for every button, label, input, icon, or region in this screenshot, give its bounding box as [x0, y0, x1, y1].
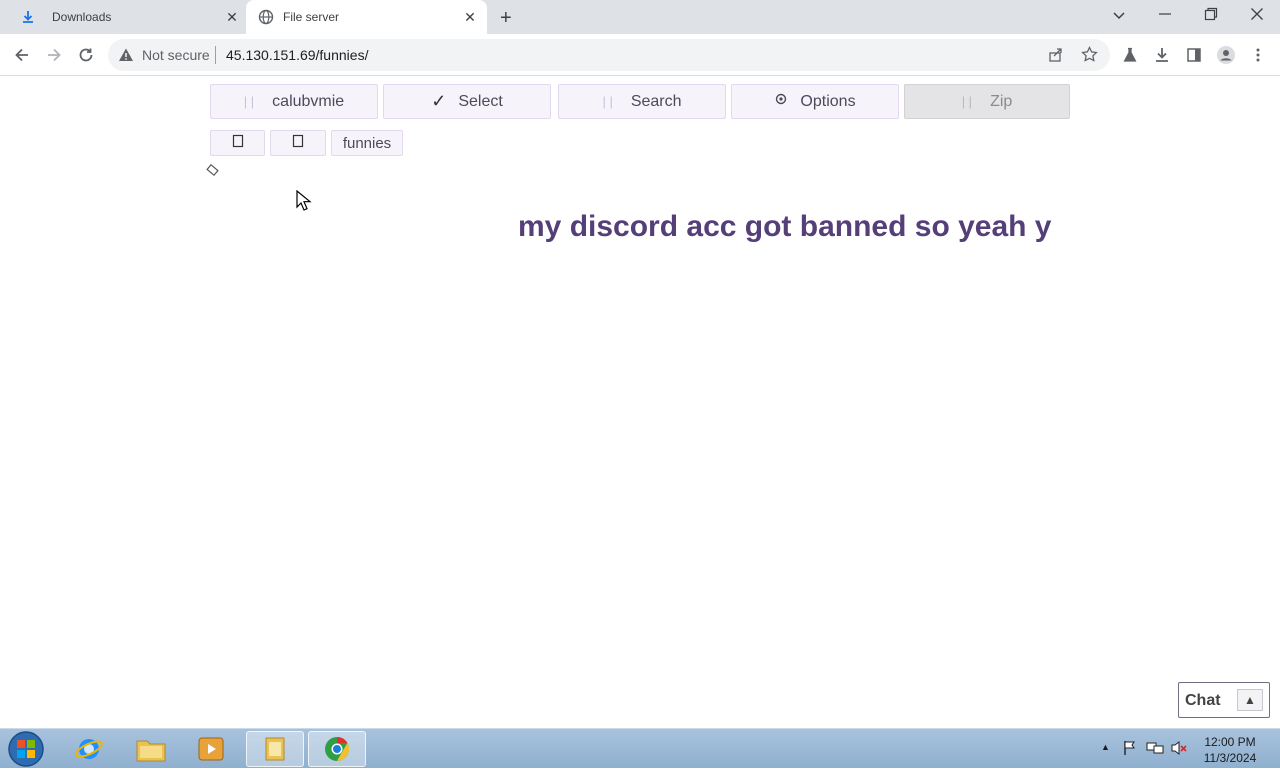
user-icon: | |	[243, 94, 255, 109]
show-hidden-icons-icon[interactable]: ▲	[1101, 742, 1110, 752]
menu-kebab-icon[interactable]	[1246, 43, 1270, 67]
divider	[215, 46, 216, 64]
system-clock[interactable]: 12:00 PM 11/3/2024	[1198, 734, 1262, 766]
banner-text: my discord acc got banned so yeah y	[518, 210, 1052, 243]
forward-icon[interactable]	[42, 43, 66, 67]
browser-tab-strip: Downloads ✕ File server ✕ +	[0, 0, 1280, 34]
search-icon: | |	[602, 94, 613, 109]
tab-label: File server	[283, 10, 340, 24]
tab-search-icon[interactable]	[1112, 8, 1126, 27]
chat-label: Chat	[1185, 692, 1221, 709]
options-button-label: Options	[800, 92, 856, 110]
clock-date: 11/3/2024	[1203, 751, 1257, 765]
chat-widget[interactable]: Chat ▲	[1178, 682, 1270, 718]
internet-explorer-icon[interactable]	[60, 731, 118, 767]
gear-icon	[774, 92, 788, 111]
clock-time: 12:00 PM	[1204, 735, 1256, 749]
chrome-icon[interactable]	[308, 731, 366, 767]
side-panel-icon[interactable]	[1182, 43, 1206, 67]
url-text[interactable]: 45.130.151.69/funnies/	[226, 47, 368, 63]
taskbar: ▲ 12:00 PM 11/3/2024	[0, 728, 1280, 768]
select-button-label: Select	[458, 92, 503, 110]
zip-button[interactable]: | | Zip	[904, 84, 1070, 119]
warning-icon[interactable]	[118, 47, 134, 68]
download-icon	[20, 9, 36, 25]
search-button-label: Search	[630, 92, 682, 110]
folder-icon	[292, 134, 304, 152]
options-button[interactable]: Options	[731, 84, 899, 119]
downloads-icon[interactable]	[1150, 43, 1174, 67]
mouse-cursor-icon	[296, 189, 312, 217]
network-icon[interactable]	[1146, 740, 1164, 761]
lab-flask-icon[interactable]	[1118, 43, 1142, 67]
security-status-label[interactable]: Not secure	[142, 47, 210, 63]
profile-avatar-icon[interactable]	[1214, 43, 1238, 67]
tag-icon[interactable]	[204, 162, 222, 185]
user-button[interactable]: | | calubvmie	[210, 84, 378, 119]
checkmark-icon: ✓	[431, 91, 447, 111]
minimize-icon[interactable]	[1158, 7, 1172, 26]
close-window-icon[interactable]	[1250, 7, 1264, 26]
globe-icon	[258, 9, 274, 25]
home-icon	[232, 134, 244, 152]
bookmark-star-icon[interactable]	[1081, 45, 1098, 68]
start-button-icon[interactable]	[6, 730, 46, 773]
user-button-label: calubvmie	[272, 92, 345, 110]
select-button[interactable]: ✓ Select	[383, 84, 551, 119]
action-center-flag-icon[interactable]	[1122, 740, 1138, 761]
tab-file-server[interactable]: File server ✕	[246, 0, 487, 34]
new-tab-icon[interactable]: +	[500, 7, 512, 30]
address-bar[interactable]: Not secure 45.130.151.69/funnies/	[108, 39, 1110, 71]
file-explorer-icon[interactable]	[122, 731, 180, 767]
zip-icon: | |	[961, 94, 973, 109]
close-tab-icon[interactable]: ✕	[462, 9, 478, 25]
breadcrumb-label: funnies	[342, 134, 392, 152]
file-explorer-window-icon[interactable]	[246, 731, 304, 767]
back-icon[interactable]	[10, 43, 34, 67]
close-tab-icon[interactable]: ✕	[224, 9, 240, 25]
breadcrumb-root[interactable]	[210, 130, 265, 156]
breadcrumb-current[interactable]: funnies	[331, 130, 403, 156]
zip-button-label: Zip	[990, 92, 1013, 110]
reload-icon[interactable]	[74, 43, 98, 67]
media-player-icon[interactable]	[182, 731, 240, 767]
volume-muted-icon[interactable]	[1170, 740, 1188, 761]
search-button[interactable]: | | Search	[558, 84, 726, 119]
share-icon[interactable]	[1048, 47, 1064, 68]
breadcrumb-folder[interactable]	[270, 130, 326, 156]
tab-label: Downloads	[52, 10, 112, 24]
restore-icon[interactable]	[1204, 7, 1218, 26]
browser-toolbar: Not secure 45.130.151.69/funnies/	[0, 34, 1280, 76]
chat-toggle-button[interactable]: ▲	[1237, 689, 1263, 711]
tab-downloads[interactable]: Downloads ✕	[8, 0, 246, 34]
